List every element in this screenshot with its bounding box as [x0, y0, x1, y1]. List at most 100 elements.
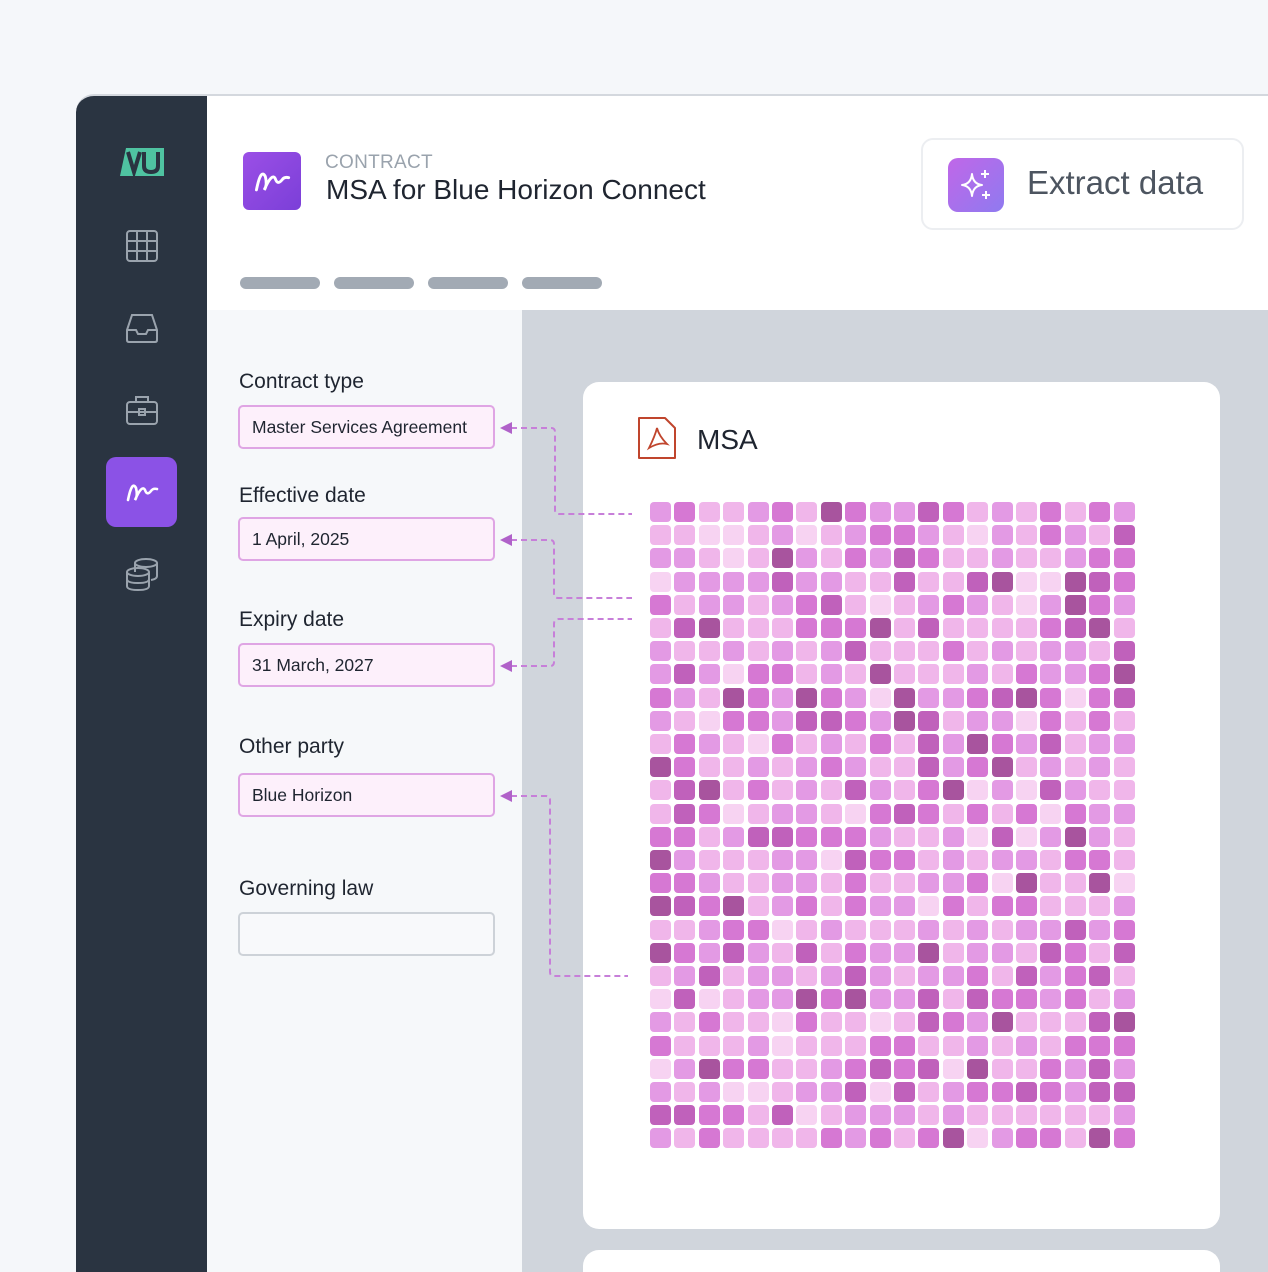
nav-table-button[interactable] — [106, 211, 177, 281]
redacted-text-cell — [1016, 780, 1037, 801]
redacted-text-cell — [991, 826, 1013, 847]
redacted-text-cell — [942, 966, 964, 986]
redacted-text-cell — [894, 548, 915, 569]
document-name: MSA — [697, 424, 758, 455]
redacted-text-cell — [674, 803, 696, 824]
redacted-text-cell — [1016, 1035, 1037, 1056]
redacted-text-cell — [845, 966, 867, 986]
redacted-text-cell — [772, 780, 793, 801]
redacted-text-cell — [942, 734, 964, 754]
redacted-text-cell — [845, 710, 867, 731]
redacted-text-cell — [1040, 850, 1062, 870]
redacted-text-cell — [967, 803, 989, 824]
redacted-text-cell — [723, 641, 745, 662]
effective-date-label: Effective date — [239, 484, 366, 507]
redacted-text-cell — [991, 687, 1013, 708]
redacted-text-cell — [650, 989, 671, 1010]
redacted-text-cell — [698, 618, 720, 638]
redacted-text-cell — [723, 780, 745, 801]
redacted-text-cell — [698, 896, 720, 917]
redacted-text-cell — [1113, 734, 1135, 754]
redacted-text-cell — [772, 1012, 793, 1033]
tab-placeholder-3[interactable] — [428, 277, 508, 289]
nav-database-button[interactable] — [106, 539, 177, 609]
redacted-text-cell — [991, 594, 1013, 615]
redacted-text-cell — [869, 896, 891, 917]
tab-placeholder-1[interactable] — [240, 277, 320, 289]
redacted-text-cell — [650, 525, 671, 546]
redacted-text-cell — [894, 780, 915, 801]
brand-logo-icon[interactable] — [120, 146, 164, 178]
redacted-text-cell — [796, 896, 818, 917]
redacted-text-cell — [820, 1058, 842, 1079]
nav-inbox-button[interactable] — [106, 293, 177, 363]
extract-data-label: Extract data — [1027, 164, 1204, 201]
app-window: CONTRACT MSA for Blue Horizon Connect Ex… — [76, 94, 1268, 1272]
redacted-text-cell — [845, 919, 867, 940]
effective-date-field[interactable]: 1 April, 2025 — [238, 517, 495, 561]
redacted-text-cell — [772, 803, 793, 824]
redacted-text-cell — [869, 687, 891, 708]
redacted-text-cell — [942, 1082, 964, 1102]
redacted-text-cell — [1089, 919, 1111, 940]
redacted-text-cell — [650, 710, 671, 731]
expiry-date-field[interactable]: 31 March, 2027 — [238, 643, 495, 687]
redacted-text-cell — [674, 664, 696, 685]
redacted-text-cell — [942, 1105, 964, 1126]
redacted-text-cell — [918, 919, 940, 940]
redacted-text-cell — [796, 710, 818, 731]
redacted-text-cell — [869, 1082, 891, 1102]
redacted-text-cell — [894, 942, 915, 963]
extract-data-button[interactable]: Extract data — [921, 138, 1244, 230]
redacted-text-cell — [1064, 687, 1086, 708]
redacted-text-cell — [991, 502, 1013, 522]
redacted-text-cell — [796, 525, 818, 546]
expiry-date-label: Expiry date — [239, 608, 345, 631]
redacted-text-cell — [991, 1012, 1013, 1033]
redacted-text-cell — [869, 780, 891, 801]
redacted-text-cell — [698, 687, 720, 708]
redacted-text-cell — [1064, 1012, 1086, 1033]
redacted-text-cell — [1113, 548, 1135, 569]
redacted-text-cell — [772, 502, 793, 522]
redacted-text-cell — [942, 873, 964, 894]
redacted-text-cell — [650, 594, 671, 615]
redacted-text-cell — [820, 873, 842, 894]
redacted-text-cell — [796, 873, 818, 894]
redacted-text-cell — [796, 618, 818, 638]
other-party-field[interactable]: Blue Horizon — [238, 773, 495, 817]
nav-signature-button[interactable] — [106, 457, 177, 527]
redacted-text-cell — [772, 1128, 793, 1149]
redacted-text-cell — [1040, 942, 1062, 963]
redacted-text-cell — [1040, 873, 1062, 894]
redacted-text-cell — [967, 525, 989, 546]
redacted-text-cell — [1113, 571, 1135, 592]
redacted-text-cell — [698, 850, 720, 870]
redacted-text-cell — [1089, 525, 1111, 546]
contract-type-field[interactable]: Master Services Agreement — [238, 405, 495, 449]
redacted-text-cell — [820, 1012, 842, 1033]
governing-law-field[interactable] — [238, 912, 495, 956]
redacted-text-cell — [918, 687, 940, 708]
redacted-text-cell — [869, 618, 891, 638]
redacted-text-cell — [967, 942, 989, 963]
redacted-text-cell — [747, 919, 769, 940]
redacted-text-cell — [869, 873, 891, 894]
redacted-text-cell — [967, 826, 989, 847]
redacted-text-cell — [942, 1035, 964, 1056]
redacted-text-cell — [918, 873, 940, 894]
redacted-text-cell — [1064, 873, 1086, 894]
redacted-text-cell — [1040, 502, 1062, 522]
tab-placeholder-2[interactable] — [334, 277, 414, 289]
tab-placeholder-4[interactable] — [522, 277, 602, 289]
redacted-text-cell — [1064, 780, 1086, 801]
redacted-text-cell — [796, 641, 818, 662]
redacted-text-cell — [820, 1128, 842, 1149]
nav-briefcase-button[interactable] — [106, 375, 177, 445]
redacted-text-cell — [967, 1058, 989, 1079]
redacted-text-cell — [967, 687, 989, 708]
redacted-text-cell — [1064, 571, 1086, 592]
redacted-text-cell — [1113, 966, 1135, 986]
redacted-text-cell — [991, 734, 1013, 754]
redacted-text-cell — [845, 1105, 867, 1126]
